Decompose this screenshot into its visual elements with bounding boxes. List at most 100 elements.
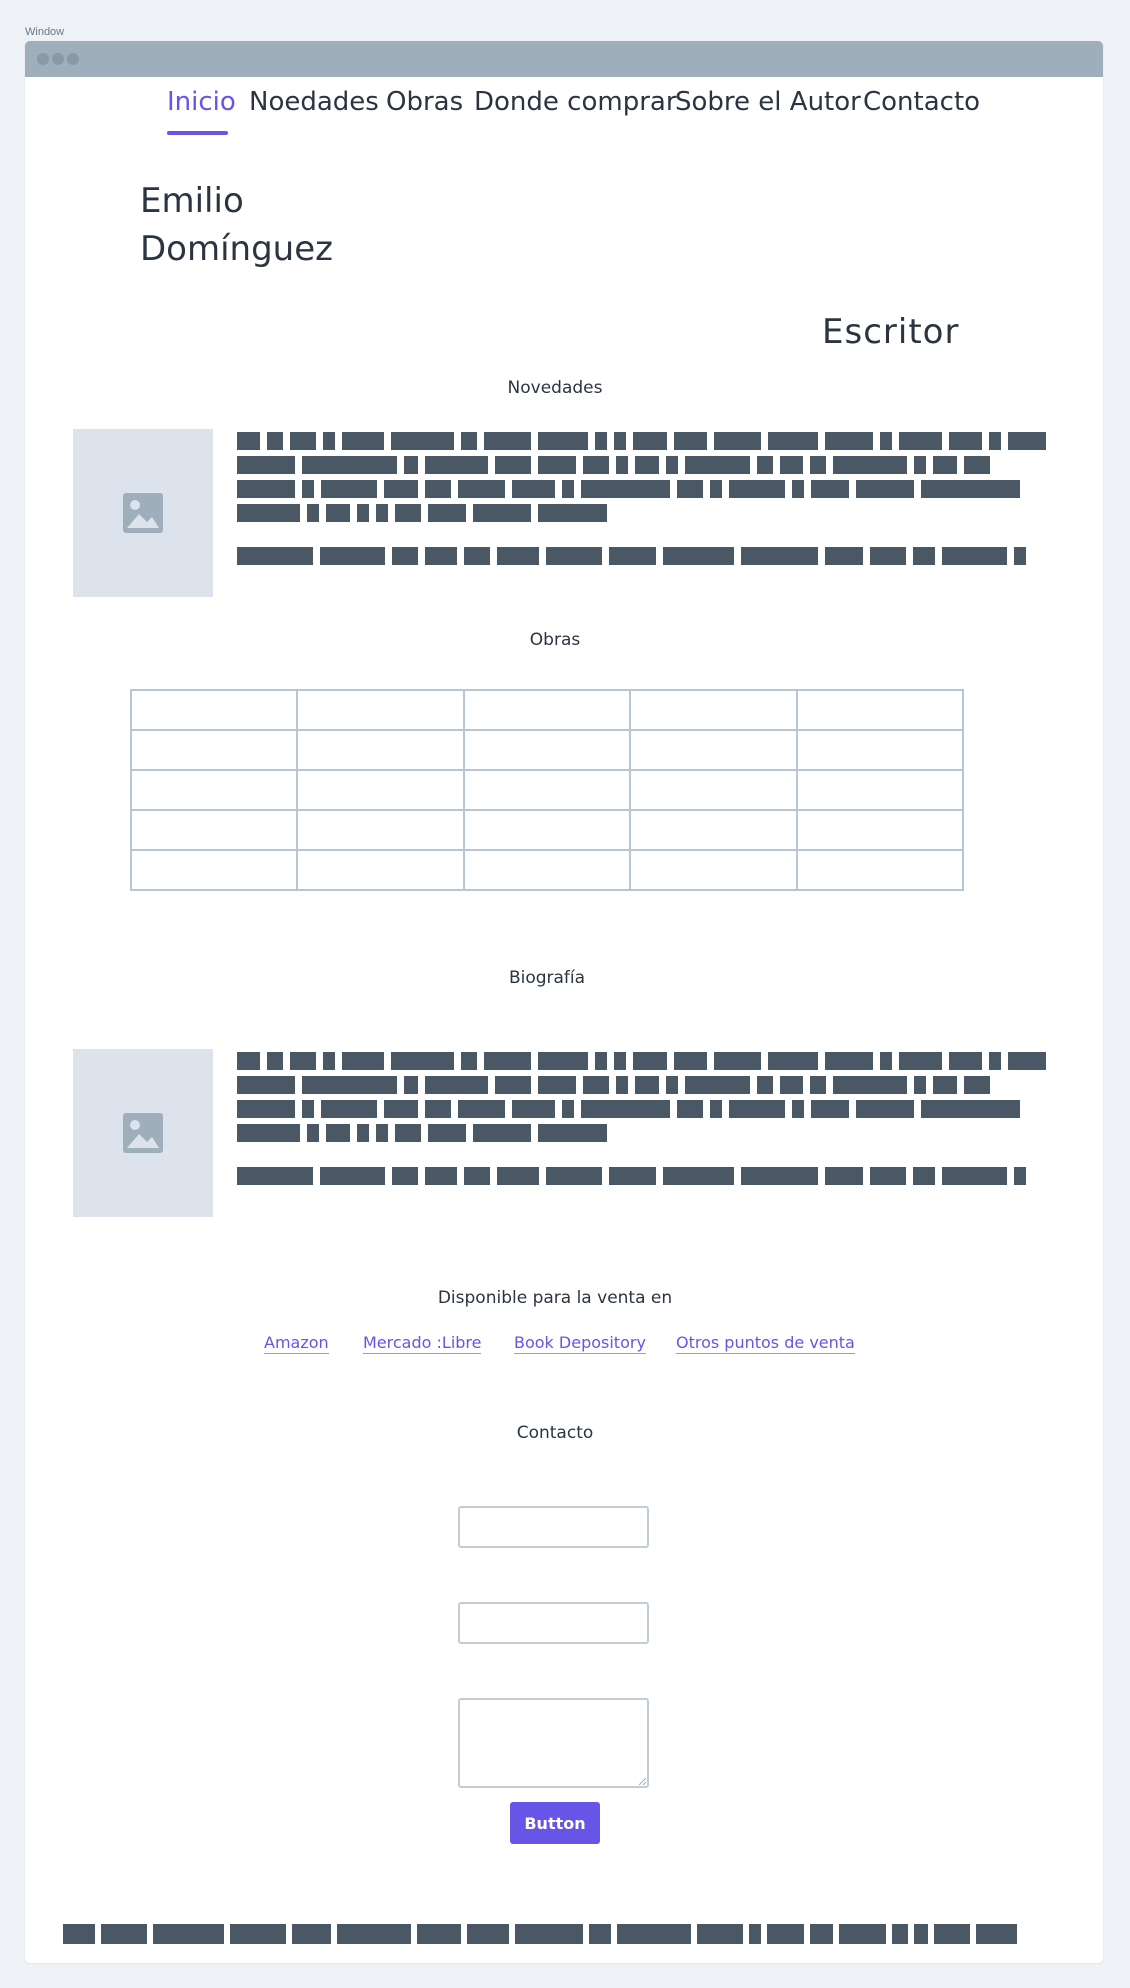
redacted-word-block bbox=[768, 1052, 818, 1070]
biografia-text bbox=[237, 1052, 1046, 1194]
redacted-word-block bbox=[614, 1052, 626, 1070]
redacted-word-block bbox=[404, 1076, 418, 1094]
redacted-word-block bbox=[267, 432, 283, 450]
nav-item-donde-comprar[interactable]: Donde comprar bbox=[474, 87, 677, 117]
redacted-word-block bbox=[357, 1124, 369, 1142]
redacted-word-block bbox=[1014, 1167, 1026, 1185]
table-cell bbox=[462, 809, 632, 851]
redacted-word-block bbox=[302, 1100, 314, 1118]
resize-handle-icon[interactable] bbox=[638, 1777, 646, 1785]
redacted-word-block bbox=[914, 1924, 928, 1944]
redacted-word-block bbox=[581, 480, 670, 498]
redacted-word-block bbox=[473, 504, 531, 522]
redacted-word-block bbox=[307, 504, 319, 522]
redacted-word-block bbox=[384, 1100, 418, 1118]
redacted-word-block bbox=[589, 1924, 611, 1944]
redacted-word-block bbox=[942, 1167, 1007, 1185]
redacted-word-block bbox=[237, 432, 260, 450]
contact-submit-button[interactable]: Button bbox=[510, 1802, 600, 1844]
redacted-word-block bbox=[880, 432, 892, 450]
redacted-word-block bbox=[538, 456, 576, 474]
redacted-word-block bbox=[538, 1052, 588, 1070]
redacted-word-block bbox=[710, 480, 722, 498]
redacted-word-block bbox=[464, 547, 490, 565]
table-row bbox=[129, 809, 965, 851]
redacted-word-block bbox=[461, 432, 477, 450]
table-cell bbox=[462, 729, 632, 771]
link-mercado-libre[interactable]: Mercado :Libre bbox=[363, 1333, 482, 1354]
redacted-word-block bbox=[666, 1076, 678, 1094]
redacted-word-block bbox=[714, 432, 761, 450]
redacted-word-block bbox=[856, 1100, 914, 1118]
redacted-word-block bbox=[326, 504, 350, 522]
redacted-word-block bbox=[458, 480, 505, 498]
redacted-word-block bbox=[677, 1100, 703, 1118]
nav-item-inicio[interactable]: Inicio bbox=[167, 87, 236, 117]
author-name-line1: Emilio bbox=[140, 181, 244, 221]
redacted-word-block bbox=[417, 1924, 461, 1944]
redacted-word-block bbox=[376, 504, 388, 522]
redacted-word-block bbox=[302, 1076, 397, 1094]
redacted-word-block bbox=[913, 1167, 935, 1185]
link-amazon[interactable]: Amazon bbox=[264, 1333, 329, 1354]
redacted-word-block bbox=[633, 432, 667, 450]
redacted-word-block bbox=[473, 1124, 531, 1142]
redacted-word-block bbox=[825, 547, 863, 565]
contact-message-wrapper bbox=[458, 1698, 649, 1788]
redacted-word-block bbox=[342, 1052, 384, 1070]
redacted-word-block bbox=[512, 480, 555, 498]
redacted-word-block bbox=[949, 1052, 982, 1070]
redacted-word-block bbox=[880, 1052, 892, 1070]
redacted-word-block bbox=[595, 1052, 607, 1070]
table-cell bbox=[296, 809, 465, 851]
redacted-word-block bbox=[964, 456, 990, 474]
nav-item-sobre-el-autor[interactable]: Sobre el Autor bbox=[675, 87, 861, 117]
redacted-word-block bbox=[538, 504, 607, 522]
window-control-dot[interactable] bbox=[52, 53, 64, 65]
nav-item-contacto[interactable]: Contacto bbox=[863, 87, 980, 117]
link-otros-puntos[interactable]: Otros puntos de venta bbox=[676, 1333, 855, 1354]
table-cell bbox=[462, 849, 632, 891]
redacted-word-block bbox=[461, 1052, 477, 1070]
redacted-word-block bbox=[357, 504, 369, 522]
redacted-word-block bbox=[674, 1052, 707, 1070]
redacted-word-block bbox=[376, 1124, 388, 1142]
redacted-word-block bbox=[677, 480, 703, 498]
redacted-word-block bbox=[458, 1100, 505, 1118]
image-placeholder-icon bbox=[123, 1113, 163, 1153]
redacted-word-block bbox=[1014, 547, 1026, 565]
contact-message-textarea[interactable] bbox=[458, 1698, 649, 1788]
redacted-word-block bbox=[267, 1052, 283, 1070]
redacted-word-block bbox=[307, 1124, 319, 1142]
redacted-word-block bbox=[825, 1167, 863, 1185]
nav-item-novedades[interactable]: Noedades bbox=[249, 87, 379, 117]
redacted-word-block bbox=[512, 1100, 555, 1118]
link-book-depository[interactable]: Book Depository bbox=[514, 1333, 646, 1354]
redacted-word-block bbox=[914, 1076, 926, 1094]
table-cell bbox=[129, 769, 299, 811]
redacted-word-block bbox=[395, 504, 421, 522]
redacted-word-block bbox=[1008, 432, 1046, 450]
contact-email-input[interactable] bbox=[458, 1602, 649, 1644]
redacted-word-block bbox=[741, 1167, 818, 1185]
redacted-word-block bbox=[811, 480, 849, 498]
nav-item-obras[interactable]: Obras bbox=[386, 87, 463, 117]
window-control-dot[interactable] bbox=[37, 53, 49, 65]
redacted-word-block bbox=[609, 1167, 656, 1185]
contact-name-input[interactable] bbox=[458, 1506, 649, 1548]
redacted-word-block bbox=[323, 1052, 335, 1070]
redacted-word-block bbox=[934, 1924, 970, 1944]
window-control-dot[interactable] bbox=[67, 53, 79, 65]
redacted-word-block bbox=[384, 480, 418, 498]
table-cell bbox=[462, 689, 632, 731]
redacted-word-block bbox=[237, 1100, 295, 1118]
redacted-word-block bbox=[609, 547, 656, 565]
redacted-word-block bbox=[495, 1076, 531, 1094]
redacted-word-block bbox=[767, 1924, 804, 1944]
redacted-word-block bbox=[663, 1167, 734, 1185]
redacted-word-block bbox=[811, 1100, 849, 1118]
redacted-word-block bbox=[237, 480, 295, 498]
window-titlebar[interactable] bbox=[25, 41, 1103, 77]
redacted-word-block bbox=[933, 1076, 957, 1094]
redacted-word-block bbox=[833, 456, 907, 474]
